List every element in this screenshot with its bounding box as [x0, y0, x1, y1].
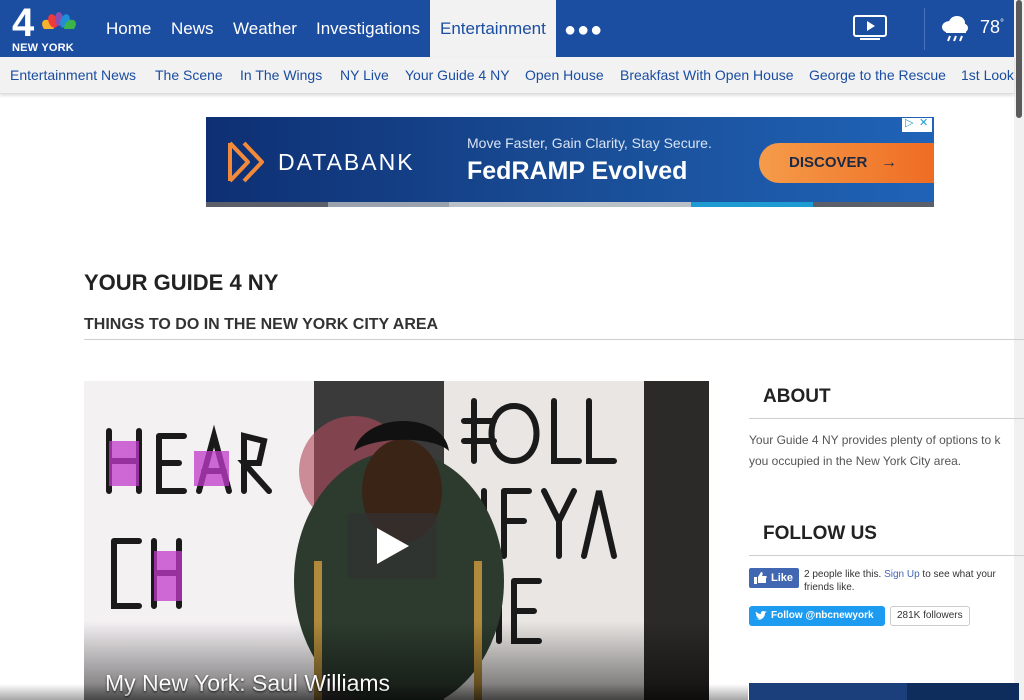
ad-choices[interactable]: ▷ ✕ — [902, 117, 932, 132]
ad-banner[interactable]: DATABANK Move Faster, Gain Clarity, Stay… — [206, 117, 934, 207]
ad-brand: DATABANK — [278, 149, 415, 175]
subnav-item-entertainment-news[interactable]: Entertainment News — [10, 67, 136, 83]
ad-discover-button[interactable]: DISCOVER → — [759, 143, 934, 183]
ad-progress-bar — [206, 202, 934, 207]
sidebar-bottom-module[interactable] — [749, 683, 1019, 700]
logo-number: 4 — [12, 1, 35, 45]
facebook-signup-link[interactable]: Sign Up — [884, 569, 920, 580]
peacock-icon — [42, 12, 76, 35]
subnav-item-in-the-wings[interactable]: In The Wings — [240, 67, 322, 83]
about-text-line: you occupied in the New York City area. — [749, 454, 962, 468]
twitter-follow-button[interactable]: Follow @nbcnewyork — [749, 606, 885, 626]
sidebar-bottom-module-inner — [907, 683, 1019, 700]
nav-item-news[interactable]: News — [171, 0, 214, 57]
page-title: YOUR GUIDE 4 NY — [84, 270, 279, 295]
follow-divider — [749, 555, 1024, 556]
about-heading: ABOUT — [763, 386, 831, 407]
ad-tagline: Move Faster, Gain Clarity, Stay Secure. — [467, 135, 712, 151]
facebook-like-button[interactable]: Like — [749, 568, 799, 588]
adchoices-icon[interactable]: ▷ — [905, 117, 913, 129]
play-icon — [377, 528, 409, 564]
subnav-item-open-house[interactable]: Open House — [525, 67, 604, 83]
facebook-like-count-text: 2 people like this. — [804, 569, 882, 580]
ad-headline: FedRAMP Evolved — [467, 157, 688, 185]
subnav-item-1st-look[interactable]: 1st Look — [961, 67, 1014, 83]
nav-item-weather[interactable]: Weather — [233, 0, 297, 57]
sub-navigation: Entertainment News The Scene In The Wing… — [0, 57, 1014, 94]
temperature-value: 78 — [980, 17, 1001, 37]
arrow-right-icon: → — [881, 154, 897, 171]
about-text: Your Guide 4 NY provides plenty of optio… — [749, 430, 1014, 474]
subnav-item-george-to-the-rescue[interactable]: George to the Rescue — [809, 67, 946, 83]
ad-progress-active-segment — [691, 202, 813, 207]
play-button[interactable] — [347, 513, 437, 579]
ad-progress-segment — [328, 202, 449, 207]
twitter-follow-label: Follow @nbcnewyork — [771, 610, 874, 621]
facebook-like-text: 2 people like this. Sign Up to see what … — [804, 568, 1019, 594]
logo-city: NEW YORK — [12, 42, 74, 54]
video-player-icon[interactable] — [852, 14, 890, 42]
top-navigation: 4 NEW YORK Home News Weather Investigati… — [0, 0, 1024, 57]
about-divider — [749, 418, 1024, 419]
databank-logo-icon — [228, 141, 264, 183]
nbc-new-york-logo[interactable]: 4 NEW YORK — [10, 1, 80, 55]
twitter-follower-count[interactable]: 281K followers — [890, 606, 970, 626]
ad-progress-segment — [449, 202, 691, 207]
subnav-item-your-guide-4-ny[interactable]: Your Guide 4 NY — [405, 67, 510, 83]
temperature-unit: ° — [1000, 18, 1005, 29]
ad-close-icon[interactable]: ✕ — [919, 117, 928, 129]
bottom-fade — [0, 684, 748, 700]
nav-item-home[interactable]: Home — [106, 0, 151, 57]
nav-item-entertainment[interactable]: Entertainment — [430, 0, 556, 57]
subnav-item-breakfast-with-open-house[interactable]: Breakfast With Open House — [620, 67, 794, 83]
page-subtitle: THINGS TO DO IN THE NEW YORK CITY AREA — [84, 316, 439, 333]
scrollbar-thumb[interactable] — [1016, 0, 1022, 118]
rain-cloud-icon[interactable] — [938, 12, 972, 46]
section-divider — [84, 339, 1024, 340]
nav-divider — [924, 8, 925, 50]
page-scrollbar[interactable] — [1014, 0, 1024, 700]
more-dots-icon[interactable]: ●●● — [564, 19, 603, 42]
subnav-item-the-scene[interactable]: The Scene — [155, 67, 223, 83]
temperature[interactable]: 78° — [980, 17, 1004, 38]
about-text-line: Your Guide 4 NY provides plenty of optio… — [749, 433, 1001, 447]
thumbs-up-icon — [754, 572, 767, 584]
ad-cta-label: DISCOVER — [789, 154, 868, 171]
featured-video[interactable]: My New York: Saul Williams — [84, 381, 709, 700]
subnav-item-ny-live[interactable]: NY Live — [340, 67, 389, 83]
follow-heading: FOLLOW US — [763, 523, 877, 544]
nav-item-investigations[interactable]: Investigations — [316, 0, 420, 57]
facebook-like-label: Like — [771, 572, 794, 584]
twitter-bird-icon — [755, 611, 767, 620]
